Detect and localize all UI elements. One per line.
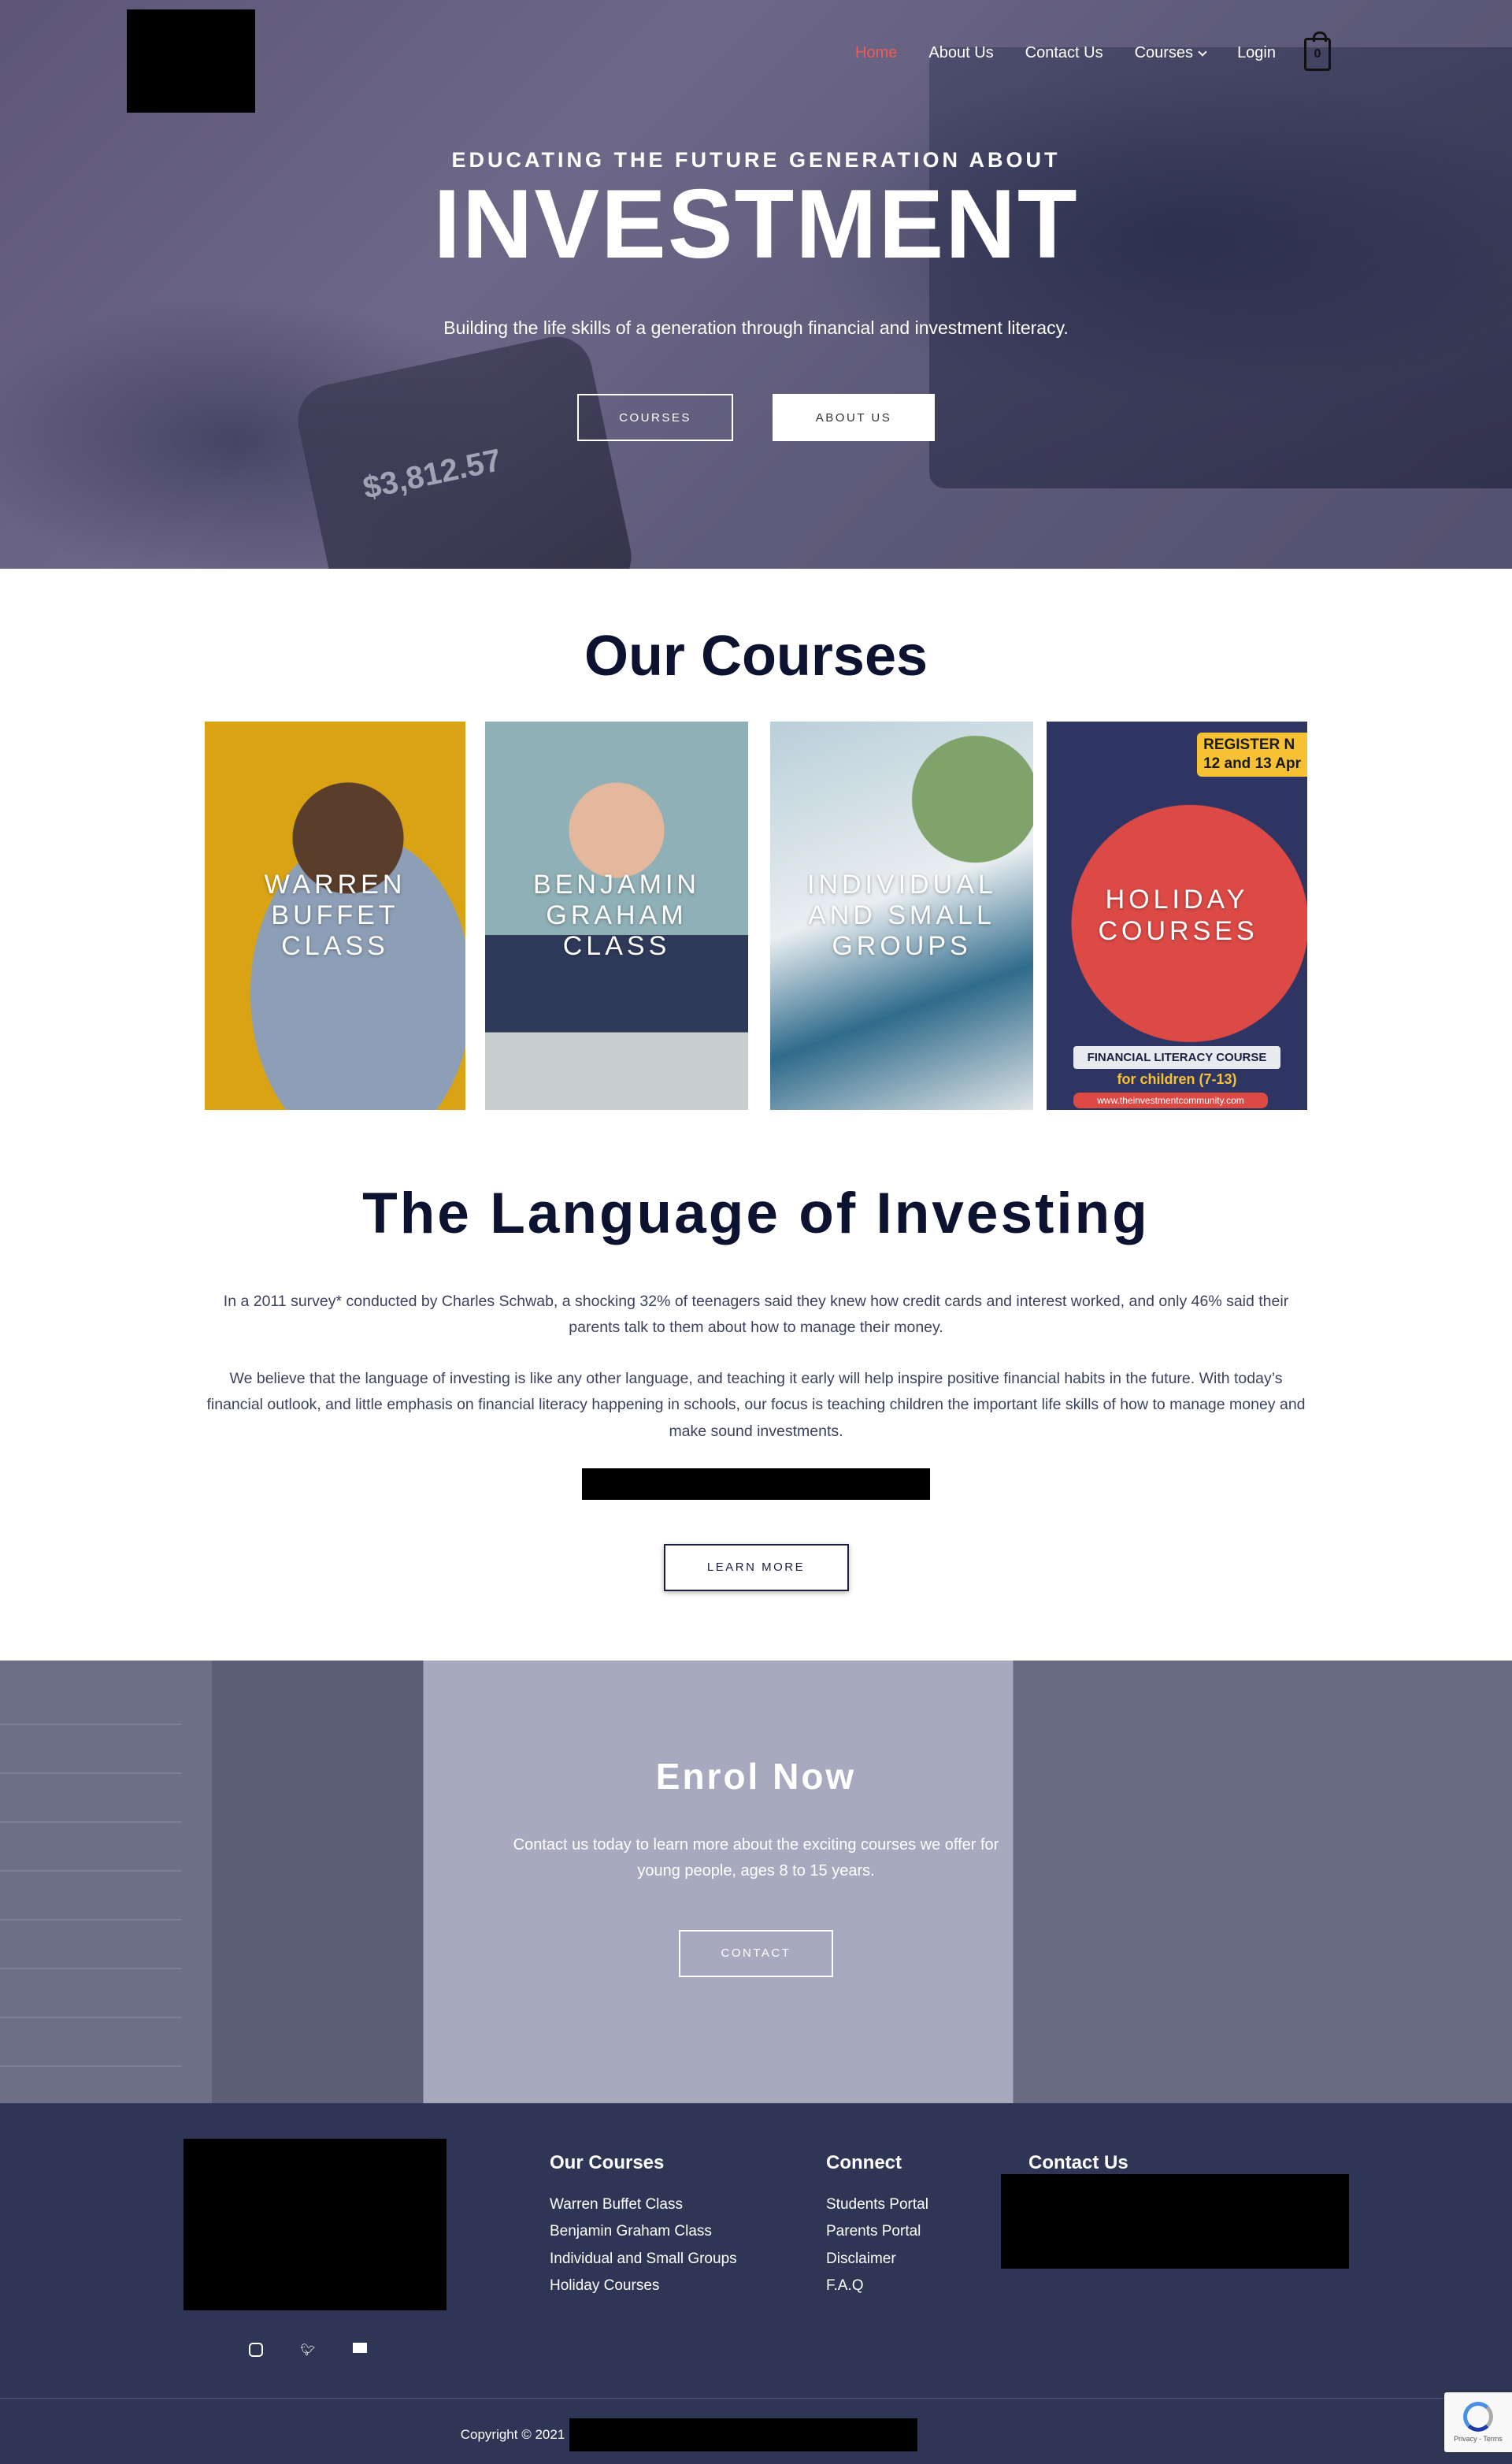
footer-link-disclaimer[interactable]: Disclaimer bbox=[826, 2246, 928, 2273]
hero-content: EDUCATING THE FUTURE GENERATION ABOUT IN… bbox=[0, 148, 1512, 441]
nav-courses[interactable]: Courses bbox=[1134, 44, 1207, 62]
hero-subtitle: EDUCATING THE FUTURE GENERATION ABOUT bbox=[451, 148, 1061, 172]
course-card-label: WARREN BUFFET CLASS bbox=[264, 869, 406, 962]
courses-button[interactable]: COURSES bbox=[577, 394, 733, 441]
site-logo[interactable] bbox=[127, 9, 255, 113]
hero-section: $3,812.57 Home About Us Contact Us Cours… bbox=[0, 0, 1512, 569]
copyright-redacted bbox=[569, 2418, 918, 2451]
recaptcha-icon bbox=[1463, 2401, 1493, 2432]
chevron-down-icon bbox=[1198, 46, 1207, 57]
course-card-label: INDIVIDUAL AND SMALL GROUPS bbox=[807, 869, 997, 962]
enrol-text-line-1: Contact us today to learn more about the… bbox=[513, 1835, 999, 1854]
enrol-section: Enrol Now Contact us today to learn more… bbox=[0, 1660, 1512, 2103]
enrol-text-line-2: young people, ages 8 to 15 years. bbox=[637, 1861, 875, 1880]
courses-title: Our Courses bbox=[584, 625, 928, 688]
recaptcha-terms: Privacy - Terms bbox=[1454, 2434, 1503, 2443]
mail-icon[interactable] bbox=[353, 2342, 367, 2353]
nav-home[interactable]: Home bbox=[855, 44, 897, 62]
nav-courses-label: Courses bbox=[1134, 44, 1194, 61]
holiday-website: www.theinvestmentcommunity.com bbox=[1073, 1093, 1268, 1108]
contact-button[interactable]: CONTACT bbox=[679, 1929, 833, 1977]
footer-logo[interactable] bbox=[183, 2138, 447, 2310]
enrol-text: Contact us today to learn more about the… bbox=[0, 1832, 1512, 1884]
hero-title: INVESTMENT bbox=[433, 170, 1079, 279]
enrol-title: Enrol Now bbox=[655, 1755, 857, 1797]
recaptcha-badge[interactable]: Privacy - Terms bbox=[1444, 2392, 1512, 2452]
cart-count: 0 bbox=[1314, 47, 1321, 61]
footer-link-parents-portal[interactable]: Parents Portal bbox=[826, 2218, 928, 2246]
about-us-button[interactable]: ABOUT US bbox=[773, 394, 935, 441]
nav-login[interactable]: Login bbox=[1237, 44, 1276, 62]
course-card-benjamin-graham[interactable]: BENJAMIN GRAHAM CLASS bbox=[485, 722, 748, 1110]
social-links: 🐦︎ bbox=[249, 2342, 367, 2357]
course-card-label: BENJAMIN GRAHAM CLASS bbox=[533, 869, 700, 962]
language-paragraph-2: We believe that the language of investin… bbox=[206, 1370, 1306, 1440]
footer-link-students-portal[interactable]: Students Portal bbox=[826, 2191, 928, 2219]
enrol-content: Enrol Now Contact us today to learn more… bbox=[0, 1755, 1512, 1977]
footer-link-individual-groups[interactable]: Individual and Small Groups bbox=[550, 2246, 737, 2273]
course-card-holiday[interactable]: REGISTER N 12 and 13 Apr HOLIDAY COURSES … bbox=[1047, 722, 1307, 1110]
footer-divider bbox=[0, 2397, 1512, 2399]
footer-connect-title: Connect bbox=[826, 2151, 902, 2173]
footer-courses-title: Our Courses bbox=[550, 2151, 665, 2173]
holiday-dates: 12 and 13 Apr bbox=[1203, 755, 1301, 772]
footer-link-holiday-courses[interactable]: Holiday Courses bbox=[550, 2273, 737, 2300]
course-card-label: HOLIDAY COURSES bbox=[1098, 885, 1258, 946]
learn-more-button[interactable]: LEARN MORE bbox=[663, 1543, 849, 1591]
footer-courses-column: Our Courses Warren Buffet Class Benjamin… bbox=[550, 2152, 737, 2300]
copyright-text: Copyright © 2021 bbox=[460, 2426, 565, 2442]
footer-link-benjamin-graham[interactable]: Benjamin Graham Class bbox=[550, 2218, 737, 2246]
footer-link-faq[interactable]: F.A.Q bbox=[826, 2273, 928, 2300]
twitter-icon[interactable]: 🐦︎ bbox=[300, 2343, 315, 2357]
footer-connect-column: Connect Students Portal Parents Portal D… bbox=[826, 2152, 928, 2300]
footer-contact-redacted bbox=[1001, 2173, 1349, 2269]
footer-contact-title: Contact Us bbox=[1028, 2151, 1128, 2173]
courses-section: Our Courses WARREN BUFFET CLASS BENJAMIN… bbox=[0, 569, 1512, 1110]
site-footer: 🐦︎ Our Courses Warren Buffet Class Benja… bbox=[0, 2102, 1512, 2464]
redacted-bar bbox=[582, 1468, 930, 1500]
instagram-icon[interactable] bbox=[249, 2342, 263, 2357]
course-grid: WARREN BUFFET CLASS BENJAMIN GRAHAM CLAS… bbox=[0, 722, 1512, 1110]
hero-description: Building the life skills of a generation… bbox=[443, 317, 1069, 338]
course-card-individual-groups[interactable]: INDIVIDUAL AND SMALL GROUPS bbox=[770, 722, 1033, 1110]
copyright-bar: Copyright © 2021 bbox=[0, 2418, 1512, 2451]
language-title: The Language of Investing bbox=[362, 1182, 1150, 1245]
nav-about-us[interactable]: About Us bbox=[928, 44, 993, 62]
holiday-register-text: REGISTER N bbox=[1203, 737, 1295, 753]
course-card-warren-buffet[interactable]: WARREN BUFFET CLASS bbox=[205, 722, 465, 1110]
main-nav: Home About Us Contact Us Courses Login bbox=[855, 44, 1334, 62]
cart-icon[interactable]: 0 bbox=[1304, 32, 1331, 71]
footer-link-warren-buffet[interactable]: Warren Buffet Class bbox=[550, 2191, 737, 2219]
holiday-register-banner: REGISTER N 12 and 13 Apr bbox=[1197, 733, 1307, 777]
hero-buttons: COURSES ABOUT US bbox=[0, 394, 1512, 441]
nav-contact-us[interactable]: Contact Us bbox=[1025, 44, 1103, 62]
holiday-course-badge: FINANCIAL LITERACY COURSE bbox=[1073, 1046, 1280, 1069]
language-section: The Language of Investing In a 2011 surv… bbox=[0, 1110, 1512, 1591]
language-paragraph-1: In a 2011 survey* conducted by Charles S… bbox=[223, 1293, 1289, 1337]
holiday-age-range: for children (7-13) bbox=[1117, 1071, 1237, 1087]
